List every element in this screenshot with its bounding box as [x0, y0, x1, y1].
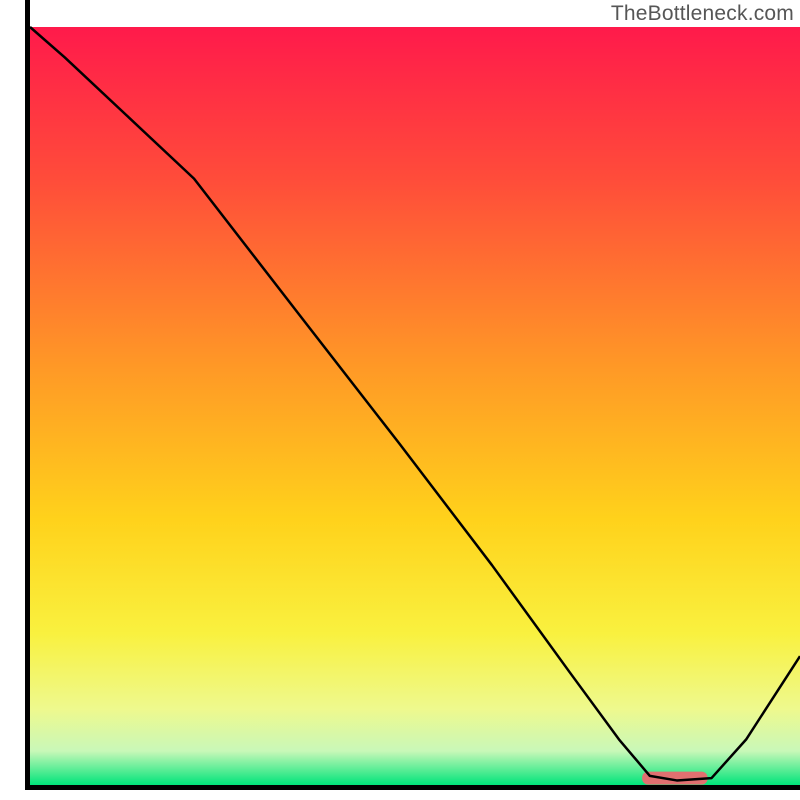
chart-svg — [0, 0, 800, 800]
plot-background — [30, 27, 800, 785]
chart-container: TheBottleneck.com — [0, 0, 800, 800]
watermark-text: TheBottleneck.com — [611, 2, 794, 26]
